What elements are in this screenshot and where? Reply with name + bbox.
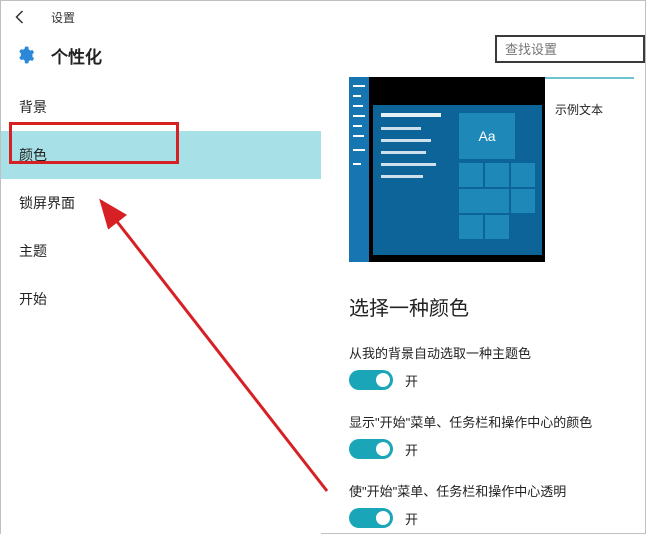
titlebar: 设置 [1, 1, 645, 33]
sidebar-item-lockscreen[interactable]: 锁屏界面 [1, 179, 321, 227]
toggle-state-text: 开 [405, 440, 418, 459]
option-label-auto-color: 从我的背景自动选取一种主题色 [349, 343, 645, 362]
sidebar-item-label: 主题 [19, 241, 47, 261]
sidebar-item-label: 锁屏界面 [19, 193, 75, 213]
back-button[interactable] [9, 5, 33, 29]
preview-tile-text: Aa [478, 128, 495, 144]
option-label-transparency: 使"开始"菜单、任务栏和操作中心透明 [349, 481, 645, 500]
window-title: 设置 [51, 9, 75, 26]
preview-tile: Aa [459, 113, 515, 159]
preview-taskbar [349, 77, 369, 262]
sidebar-item-background[interactable]: 背景 [1, 83, 321, 131]
sample-text: 示例文本 [555, 101, 603, 118]
gear-icon [13, 43, 37, 67]
sidebar-item-themes[interactable]: 主题 [1, 227, 321, 275]
arrow-left-icon [12, 8, 30, 26]
content-pane: Aa 示例文本 [321, 77, 645, 534]
sidebar: 背景 颜色 锁屏界面 主题 开始 [1, 77, 321, 534]
sidebar-item-start[interactable]: 开始 [1, 275, 321, 323]
preview-desktop: Aa 示例文本 [349, 77, 633, 262]
section-title: 选择一种颜色 [349, 292, 645, 321]
preview-start-menu: Aa [373, 105, 545, 255]
sidebar-item-colors[interactable]: 颜色 [1, 131, 321, 179]
toggle-state-text: 开 [405, 371, 418, 390]
option-label-show-color: 显示"开始"菜单、任务栏和操作中心的颜色 [349, 412, 645, 431]
search-box[interactable] [495, 35, 645, 63]
sidebar-item-label: 背景 [19, 97, 47, 117]
sidebar-item-label: 颜色 [19, 145, 47, 165]
color-preview: Aa 示例文本 [349, 77, 633, 262]
sidebar-item-label: 开始 [19, 289, 47, 309]
page-title: 个性化 [51, 43, 102, 68]
search-input[interactable] [505, 42, 635, 57]
toggle-auto-color[interactable] [349, 370, 393, 390]
toggle-transparency[interactable] [349, 508, 393, 528]
toggle-show-color[interactable] [349, 439, 393, 459]
preview-sample-window: 示例文本 [542, 77, 634, 262]
toggle-state-text: 开 [405, 509, 418, 528]
settings-window: 设置 个性化 背景 颜色 锁屏界面 主题 开始 [0, 0, 646, 534]
